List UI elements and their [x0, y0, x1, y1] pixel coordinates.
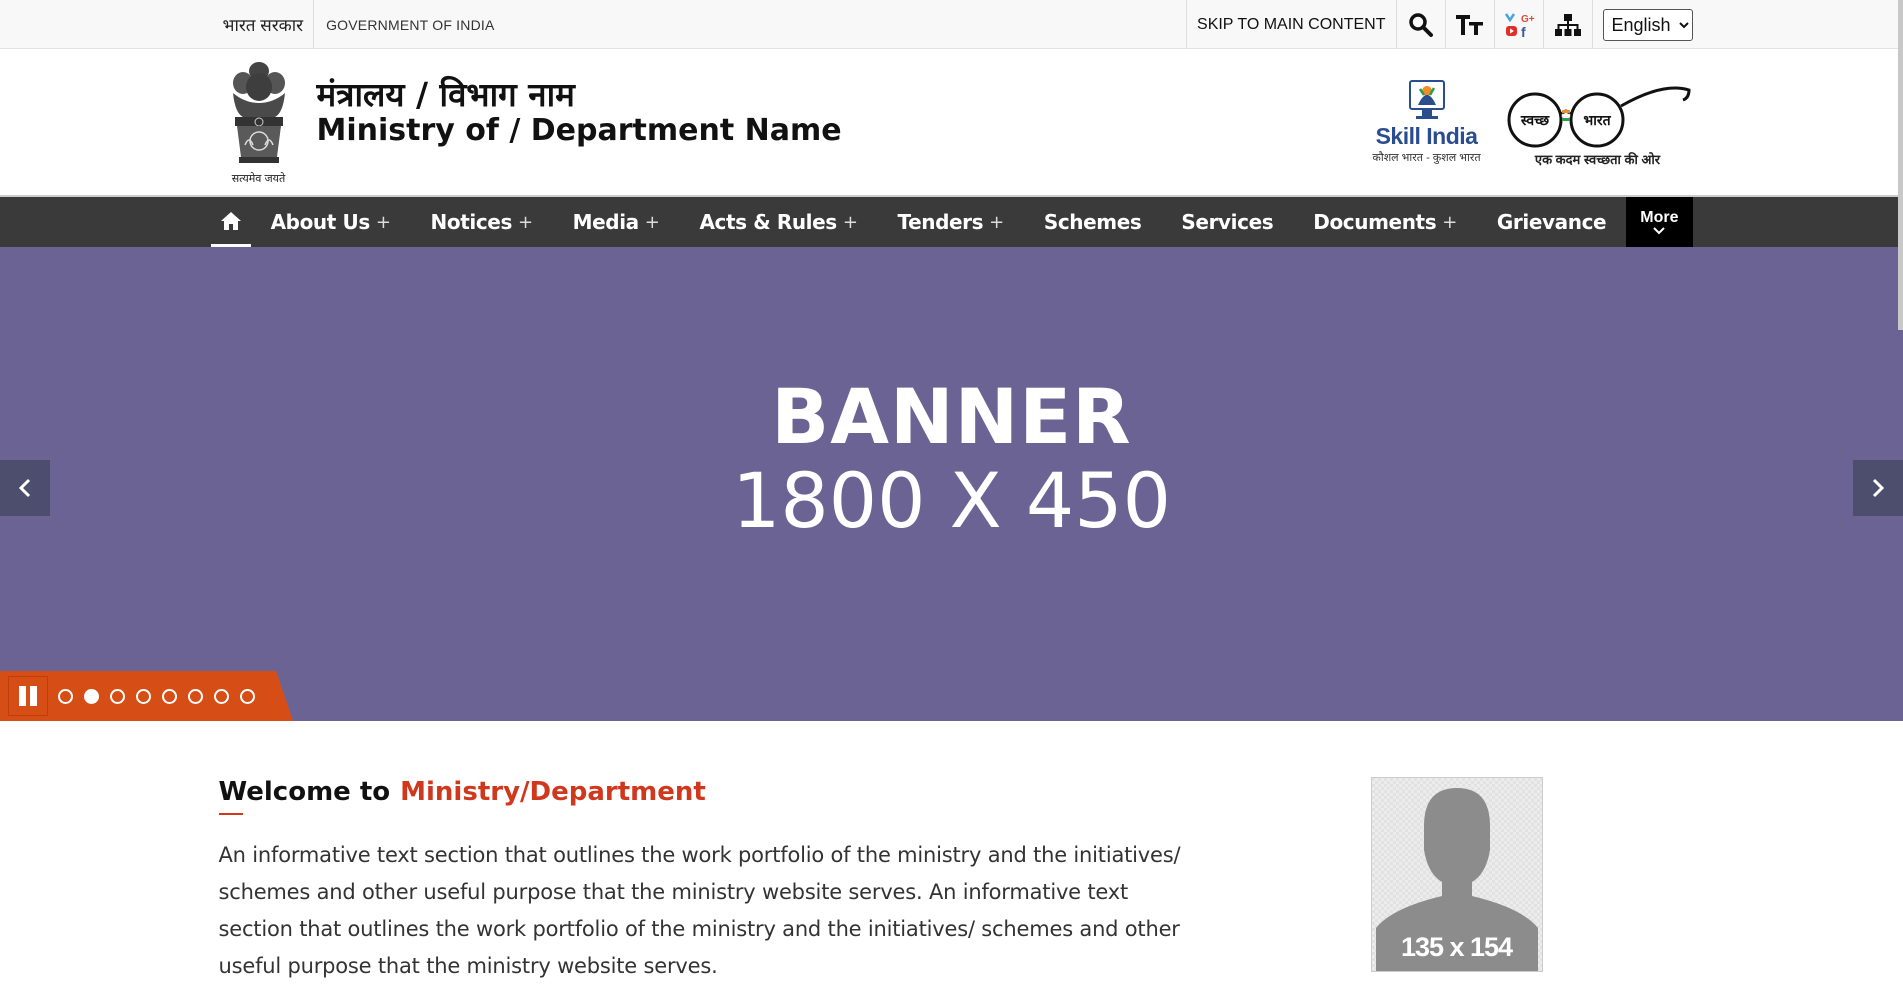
nav-home-link[interactable]: [210, 197, 251, 247]
search-icon[interactable]: [1397, 0, 1446, 49]
heading-underline: [218, 813, 243, 815]
banner-title: BANNER: [771, 372, 1132, 461]
slide-dot-8[interactable]: [240, 688, 255, 704]
nav-item-media[interactable]: Media +: [553, 197, 680, 247]
previous-slide-button[interactable]: [0, 460, 50, 516]
slide-dot-2[interactable]: [84, 688, 99, 704]
nav-item-label: About Us: [270, 210, 371, 234]
nav-item-label: Grievance: [1496, 210, 1607, 234]
nav-item-schemes[interactable]: Schemes: [1024, 197, 1162, 247]
language-select[interactable]: English: [1602, 8, 1693, 41]
top-utility-bar: भारत सरकार GOVERNMENT OF INDIA SKIP TO M…: [0, 0, 1903, 49]
slide-dot-6[interactable]: [188, 688, 203, 704]
site-header: सत्यमेव जयते मंत्रालय / विभाग नाम Minist…: [0, 49, 1903, 195]
banner-placeholder: BANNER 1800 X 450: [0, 375, 1903, 542]
nav-item-acts-rules[interactable]: Acts & Rules +: [679, 197, 877, 247]
next-slide-button[interactable]: [1853, 460, 1903, 516]
slide-dot-4[interactable]: [136, 688, 151, 704]
slider-controls: [0, 671, 293, 721]
submenu-plus-icon: +: [989, 211, 1004, 233]
nav-item-notices[interactable]: Notices +: [411, 197, 553, 247]
hero-banner-slider: BANNER 1800 X 450: [0, 247, 1903, 721]
ashoka-emblem-icon: [232, 62, 285, 163]
swachh-bharat-logo[interactable]: स्वच्छ भारत एक कदम स्वच्छता की ओर: [1503, 76, 1693, 168]
welcome-content: Welcome to Ministry/Department An informa…: [211, 777, 1191, 985]
skill-india-icon: [1408, 80, 1445, 119]
sitemap-icon[interactable]: [1544, 0, 1593, 49]
page-scrollbar[interactable]: [1898, 0, 1903, 330]
nav-item-label: Schemes: [1043, 210, 1142, 234]
swachh-right-label: भारत: [1583, 113, 1611, 129]
nav-item-services[interactable]: Services: [1161, 197, 1293, 247]
nav-item-label: Tenders: [897, 210, 984, 234]
welcome-section: Welcome to Ministry/Department An informa…: [0, 721, 1903, 985]
welcome-description: An informative text section that outline…: [218, 843, 1181, 978]
submenu-plus-icon: +: [517, 211, 533, 233]
emblem-motto: सत्यमेव जयते: [231, 173, 286, 185]
nav-item-label: Documents: [1313, 210, 1437, 234]
submenu-plus-icon: +: [842, 211, 858, 233]
partner-logos: Skill India कौशल भारत - कुशल भारत स्वच्छ…: [1371, 76, 1693, 168]
ministry-title: मंत्रालय / विभाग नाम Ministry of / Depar…: [316, 74, 842, 149]
swachh-bharat-tagline: एक कदम स्वच्छता की ओर: [1534, 152, 1661, 167]
nav-item-grievance[interactable]: Grievance: [1477, 197, 1626, 247]
nav-item-label: Acts & Rules: [699, 210, 837, 234]
chevron-down-icon: [1653, 227, 1666, 235]
slide-dot-3[interactable]: [110, 688, 125, 704]
nav-more-button[interactable]: More: [1626, 197, 1693, 247]
skill-india-title: Skill India: [1375, 123, 1478, 149]
submenu-plus-icon: +: [644, 211, 660, 233]
gov-identity: भारत सरकार GOVERNMENT OF INDIA: [211, 0, 495, 49]
chevron-right-icon: [1872, 478, 1885, 498]
swachh-left-label: स्वच्छ: [1519, 113, 1549, 129]
chevron-left-icon: [18, 478, 31, 498]
skill-india-logo[interactable]: Skill India कौशल भारत - कुशल भारत: [1371, 79, 1483, 165]
welcome-heading: Welcome to Ministry/Department: [218, 777, 1191, 815]
slide-dot-7[interactable]: [214, 688, 229, 704]
swachh-bharat-spectacles-icon: स्वच्छ भारत: [1507, 86, 1691, 148]
portrait-dimensions-label: 135 x 154: [1400, 932, 1513, 962]
welcome-heading-prefix: Welcome to: [218, 777, 391, 807]
nav-item-documents[interactable]: Documents +: [1293, 197, 1477, 247]
minister-portrait-placeholder: 135 x 154: [1370, 777, 1543, 972]
banner-dimensions: 1800 X 450: [732, 455, 1171, 545]
skip-to-main-content-link[interactable]: SKIP TO MAIN CONTENT: [1186, 0, 1397, 49]
hindi-government-label: भारत सरकार: [223, 0, 315, 49]
nav-more-label: More: [1640, 209, 1679, 226]
pause-icon: [19, 686, 37, 706]
skill-india-tagline: कौशल भारत - कुशल भारत: [1372, 152, 1481, 164]
nav-item-label: Services: [1181, 210, 1274, 234]
main-navigation: About Us + Notices + Media + Acts & Rules + Tend…: [0, 195, 1903, 247]
text-size-icon[interactable]: [1446, 0, 1495, 49]
ministry-title-english: Ministry of / Department Name: [316, 113, 842, 149]
submenu-plus-icon: +: [375, 211, 391, 233]
ministry-title-hindi: मंत्रालय / विभाग नाम: [316, 74, 575, 114]
ministry-brand[interactable]: सत्यमेव जयते मंत्रालय / विभाग नाम Minist…: [211, 57, 842, 187]
nav-item-tenders[interactable]: Tenders +: [878, 197, 1024, 247]
nav-item-label: Notices: [430, 210, 513, 234]
nav-item-about-us[interactable]: About Us +: [251, 197, 411, 247]
home-icon: [220, 211, 241, 230]
english-government-label: GOVERNMENT OF INDIA: [326, 16, 495, 33]
svg-text:f: f: [1521, 24, 1526, 39]
nav-item-label: Media: [572, 210, 640, 234]
welcome-heading-highlight: Ministry/Department: [400, 777, 706, 807]
social-media-icon[interactable]: G+ f: [1495, 0, 1544, 49]
national-emblem: सत्यमेव जयते: [219, 57, 299, 187]
pause-slider-button[interactable]: [8, 676, 48, 716]
utility-tools: SKIP TO MAIN CONTENT G+ f English: [1186, 0, 1693, 49]
submenu-plus-icon: +: [1442, 211, 1457, 233]
slide-dot-1[interactable]: [58, 688, 73, 704]
slide-dot-5[interactable]: [162, 688, 177, 704]
